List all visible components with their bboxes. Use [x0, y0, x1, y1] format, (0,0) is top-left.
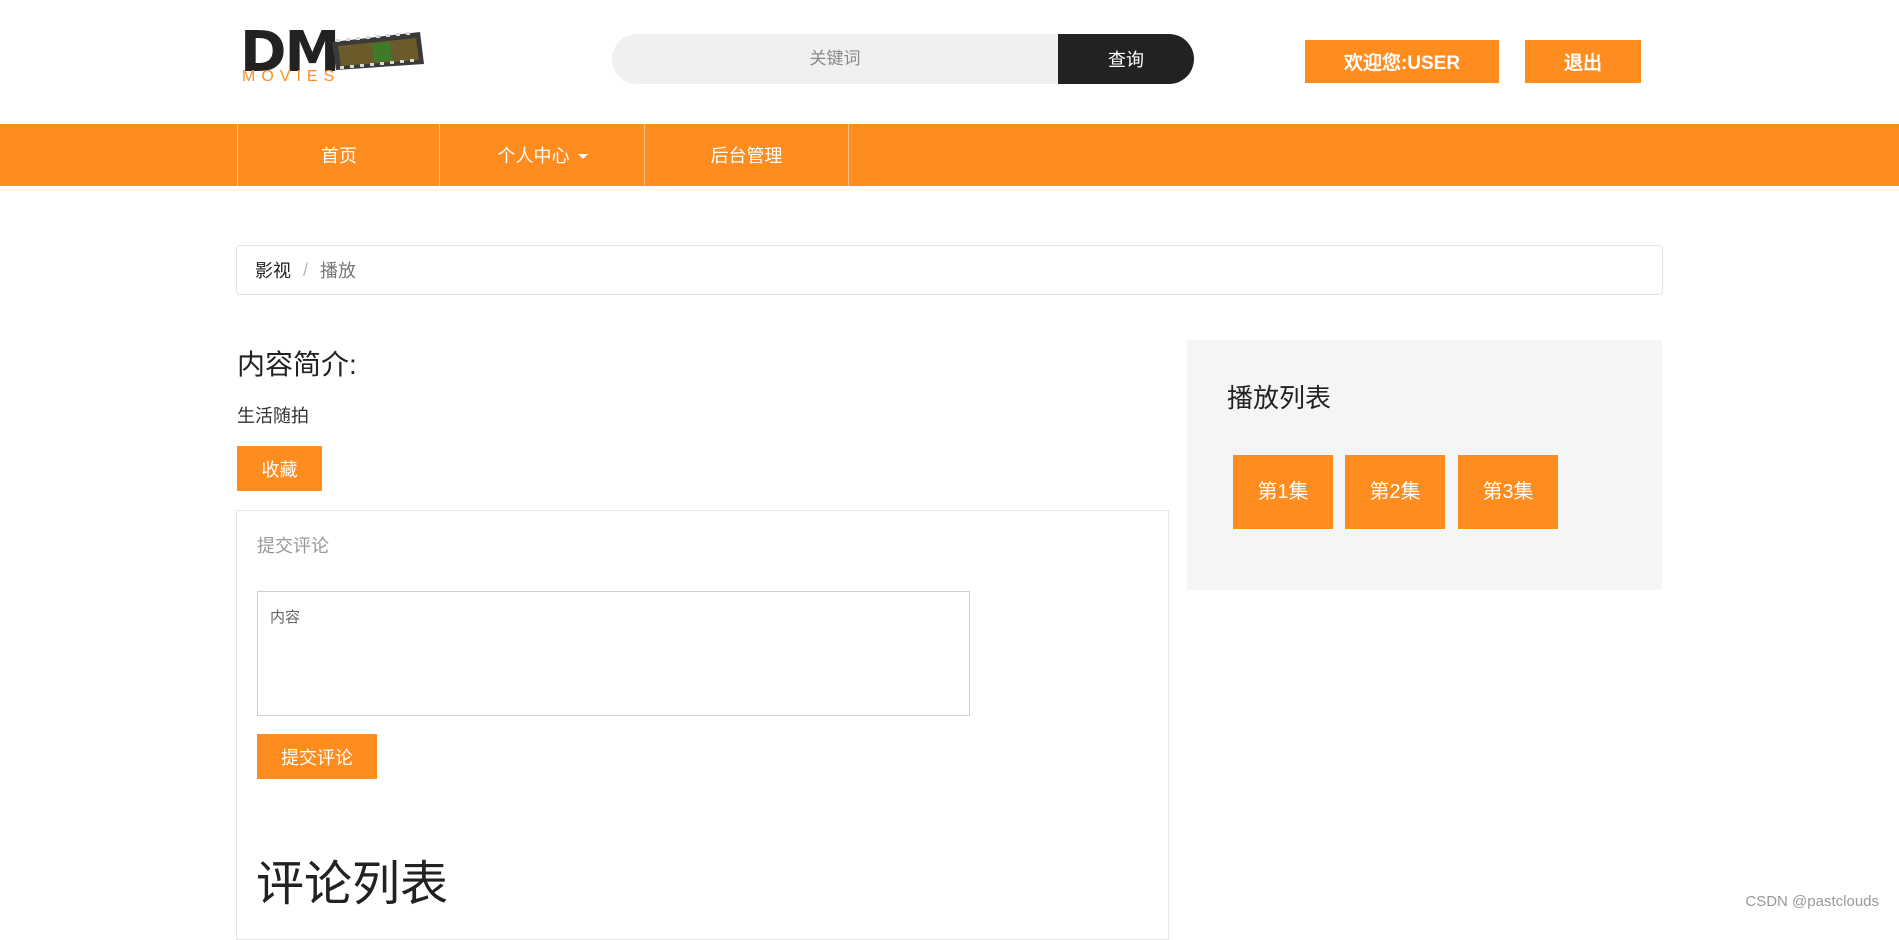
intro-text: 生活随拍: [237, 406, 309, 426]
search-bar: 查询: [612, 34, 1194, 84]
welcome-user-button[interactable]: 欢迎您:USER: [1305, 40, 1499, 83]
caret-down-icon: [577, 153, 588, 159]
logout-button[interactable]: 退出: [1525, 40, 1641, 83]
playlist-title: 播放列表: [1227, 383, 1332, 413]
submit-comment-button[interactable]: 提交评论: [257, 734, 377, 779]
watermark: CSDN @pastclouds: [1745, 893, 1879, 910]
nav-item-label: 个人中心: [497, 146, 570, 166]
comment-heading: 提交评论: [257, 536, 329, 556]
comment-list-title: 评论列表: [256, 858, 449, 911]
breadcrumb-separator: /: [303, 259, 309, 280]
nav-item-label: 首页: [321, 146, 357, 166]
favorite-button[interactable]: 收藏: [237, 446, 322, 491]
nav-item-home[interactable]: 首页: [237, 124, 440, 186]
site-logo[interactable]: DM MOVIES: [240, 24, 425, 88]
search-input[interactable]: [612, 34, 1058, 84]
intro-title: 内容简介:: [237, 349, 357, 380]
film-strip-icon: [332, 32, 424, 70]
episode-button-2[interactable]: 第2集: [1345, 455, 1445, 529]
search-button[interactable]: 查询: [1058, 34, 1194, 84]
episode-button-1[interactable]: 第1集: [1233, 455, 1333, 529]
breadcrumb: 影视 / 播放: [236, 245, 1663, 295]
nav-item-label: 后台管理: [710, 146, 783, 166]
main-nav: 首页 个人中心 后台管理: [0, 124, 1899, 186]
comment-textarea[interactable]: [257, 591, 970, 716]
logo-subtext: MOVIES: [242, 68, 341, 85]
breadcrumb-link-movies[interactable]: 影视: [255, 257, 291, 283]
nav-item-admin[interactable]: 后台管理: [644, 124, 849, 186]
episode-button-3[interactable]: 第3集: [1458, 455, 1558, 529]
breadcrumb-current: 播放: [320, 261, 357, 281]
nav-item-personal-center[interactable]: 个人中心: [439, 124, 645, 186]
